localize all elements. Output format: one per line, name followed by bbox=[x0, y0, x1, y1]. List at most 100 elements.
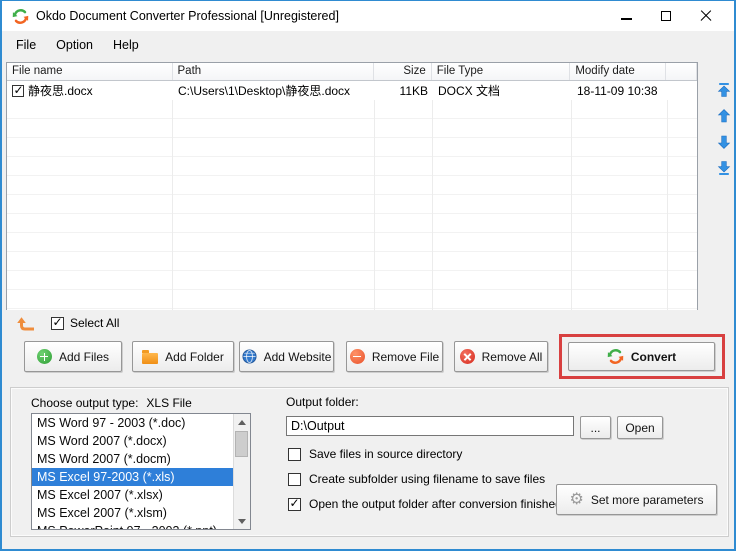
output-folder-label: Output folder: bbox=[286, 395, 359, 409]
move-top-button[interactable] bbox=[714, 79, 734, 101]
format-option[interactable]: MS Excel 2007 (*.xlsx) bbox=[32, 486, 234, 504]
format-option[interactable]: MS Word 97 - 2003 (*.doc) bbox=[32, 414, 234, 432]
file-path: C:\Users\1\Desktop\静夜思.docx bbox=[173, 82, 375, 99]
chosen-type-value: XLS File bbox=[146, 396, 191, 410]
folder-icon bbox=[142, 353, 158, 364]
format-option[interactable]: MS Excel 97-2003 (*.xls) bbox=[32, 468, 234, 486]
move-bottom-button[interactable] bbox=[714, 157, 734, 179]
add-files-button[interactable]: Add Files bbox=[24, 341, 122, 372]
format-option[interactable]: MS Word 2007 (*.docm) bbox=[32, 450, 234, 468]
reorder-controls bbox=[714, 79, 734, 183]
browse-button[interactable]: ... bbox=[580, 416, 611, 439]
minimize-icon bbox=[621, 18, 632, 19]
convert-swoosh-icon bbox=[607, 348, 624, 365]
add-files-label: Add Files bbox=[59, 350, 109, 364]
column-gridline bbox=[667, 81, 668, 310]
option-label: Save files in source directory bbox=[309, 447, 462, 461]
file-row[interactable]: 静夜思.docx C:\Users\1\Desktop\静夜思.docx11KBD… bbox=[7, 81, 697, 100]
output-options-panel: Choose output type: XLS File MS Word 97 -… bbox=[10, 387, 729, 537]
move-up-button[interactable] bbox=[714, 105, 734, 127]
scroll-down-icon[interactable] bbox=[234, 513, 250, 529]
option-checkbox[interactable] bbox=[288, 473, 301, 486]
option-checkbox-row[interactable]: Save files in source directory bbox=[288, 446, 562, 462]
option-checkboxes: Save files in source directory Create sub… bbox=[288, 446, 562, 521]
window-title: Okdo Document Converter Professional [Un… bbox=[36, 9, 339, 23]
convert-button[interactable]: Convert bbox=[568, 342, 715, 371]
scroll-up-icon[interactable] bbox=[234, 414, 250, 430]
open-label: Open bbox=[625, 421, 654, 435]
scrollbar-thumb[interactable] bbox=[235, 431, 248, 457]
file-type: DOCX 文档 bbox=[433, 82, 572, 99]
move-bottom-icon bbox=[716, 160, 732, 176]
globe-icon bbox=[242, 349, 257, 364]
option-label: Create subfolder using filename to save … bbox=[309, 472, 545, 486]
select-all-row: Select All bbox=[16, 314, 119, 332]
plus-circle-icon bbox=[37, 349, 52, 364]
set-more-parameters-button[interactable]: Set more parameters bbox=[556, 484, 717, 515]
format-listbox: MS Word 97 - 2003 (*.doc)MS Word 2007 (*… bbox=[31, 413, 251, 530]
format-list: MS Word 97 - 2003 (*.doc)MS Word 2007 (*… bbox=[32, 414, 250, 530]
open-button[interactable]: Open bbox=[617, 416, 663, 439]
remove-file-button[interactable]: Remove File bbox=[346, 341, 443, 372]
choose-output-type-text: Choose output type: bbox=[31, 396, 138, 410]
add-folder-button[interactable]: Add Folder bbox=[132, 341, 234, 372]
file-row-checkbox[interactable] bbox=[12, 85, 24, 97]
select-all-label: Select All bbox=[70, 316, 119, 330]
maximize-icon bbox=[661, 11, 671, 21]
option-checkbox[interactable] bbox=[288, 448, 301, 461]
app-window: Okdo Document Converter Professional [Un… bbox=[0, 0, 736, 551]
move-top-icon bbox=[716, 82, 732, 98]
format-list-scrollbar[interactable] bbox=[233, 414, 250, 529]
maximize-button[interactable] bbox=[646, 1, 686, 31]
title-bar: Okdo Document Converter Professional [Un… bbox=[2, 1, 734, 31]
remove-all-button[interactable]: Remove All bbox=[454, 341, 548, 372]
table-header-row: File namePathSizeFile TypeModify date bbox=[7, 63, 697, 81]
add-website-label: Add Website bbox=[264, 350, 332, 364]
format-option[interactable]: MS PowerPoint 97 - 2003 (*.ppt) bbox=[32, 522, 234, 530]
select-all-checkbox[interactable] bbox=[51, 317, 64, 330]
convert-label: Convert bbox=[631, 350, 676, 364]
remove-all-label: Remove All bbox=[482, 350, 543, 364]
bent-arrow-up-icon bbox=[16, 315, 35, 332]
minimize-button[interactable] bbox=[606, 1, 646, 31]
menu-bar: FileOptionHelp bbox=[4, 31, 732, 59]
option-checkbox[interactable] bbox=[288, 498, 301, 511]
move-down-icon bbox=[716, 134, 732, 150]
column-header-file-name[interactable]: File name bbox=[7, 63, 173, 80]
column-header-file-type[interactable]: File Type bbox=[432, 63, 571, 80]
menu-help[interactable]: Help bbox=[103, 34, 149, 56]
option-label: Open the output folder after conversion … bbox=[309, 497, 562, 511]
format-option[interactable]: MS Excel 2007 (*.xlsm) bbox=[32, 504, 234, 522]
move-up-icon bbox=[716, 108, 732, 124]
x-circle-icon bbox=[460, 349, 475, 364]
menu-file[interactable]: File bbox=[6, 34, 46, 56]
column-header-path[interactable]: Path bbox=[173, 63, 374, 80]
gear-icon bbox=[569, 492, 583, 508]
file-size: 11KB bbox=[375, 84, 433, 98]
table-body[interactable]: 静夜思.docx C:\Users\1\Desktop\静夜思.docx11KBD… bbox=[7, 81, 697, 310]
format-option[interactable]: MS Word 2007 (*.docx) bbox=[32, 432, 234, 450]
option-checkbox-row[interactable]: Create subfolder using filename to save … bbox=[288, 471, 562, 487]
column-gridline bbox=[571, 81, 572, 310]
column-gridline bbox=[172, 81, 173, 310]
file-name: 静夜思.docx bbox=[28, 82, 93, 99]
move-down-button[interactable] bbox=[714, 131, 734, 153]
file-modify-date: 18-11-09 10:38 bbox=[572, 84, 668, 98]
file-table: File namePathSizeFile TypeModify date 静夜… bbox=[6, 62, 698, 310]
add-folder-label: Add Folder bbox=[165, 350, 224, 364]
close-icon bbox=[700, 10, 712, 22]
browse-label: ... bbox=[590, 421, 600, 435]
choose-output-type-label: Choose output type: XLS File bbox=[31, 396, 192, 410]
column-gridline bbox=[432, 81, 433, 310]
menu-option[interactable]: Option bbox=[46, 34, 103, 56]
add-website-button[interactable]: Add Website bbox=[239, 341, 334, 372]
column-header-blank[interactable] bbox=[666, 63, 697, 80]
column-gridline bbox=[374, 81, 375, 310]
close-button[interactable] bbox=[686, 1, 726, 31]
output-folder-input[interactable] bbox=[286, 416, 574, 436]
option-checkbox-row[interactable]: Open the output folder after conversion … bbox=[288, 496, 562, 512]
remove-file-label: Remove File bbox=[372, 350, 439, 364]
column-header-size[interactable]: Size bbox=[374, 63, 432, 80]
column-header-modify-date[interactable]: Modify date bbox=[570, 63, 666, 80]
set-more-parameters-label: Set more parameters bbox=[591, 493, 704, 507]
